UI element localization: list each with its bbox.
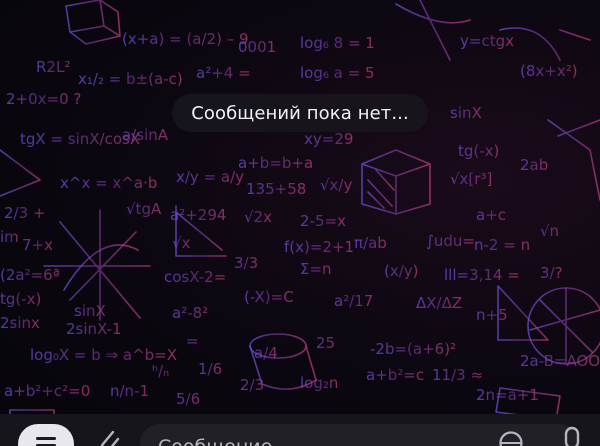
svg-text:cosX-2=: cosX-2= [164,268,226,286]
svg-text:√x/y: √x/y [320,176,352,194]
svg-text:x^x = x^a·b: x^x = x^a·b [60,174,157,192]
svg-text:135+58: 135+58 [246,180,306,198]
svg-text:2a-B=AOO: 2a-B=AOO [520,352,600,370]
svg-text:(8x+x²): (8x+x²) [520,62,578,80]
svg-text:=: = [186,332,199,350]
svg-text:0001: 0001 [238,38,276,56]
svg-text:-2b=(a+6)²: -2b=(a+6)² [370,340,456,358]
svg-text:n/n-1: n/n-1 [110,382,149,400]
svg-text:lll=3,14 =: lll=3,14 = [444,266,520,284]
svg-text:a+b²+c²=0: a+b²+c²=0 [4,382,90,400]
message-composer [0,414,600,446]
svg-text:2ab: 2ab [520,156,548,174]
svg-text:7+x: 7+x [22,236,53,254]
svg-text:x₁/₂ = b±(a-c): x₁/₂ = b±(a-c) [78,70,183,88]
svg-text:a+b=b+a: a+b=b+a [238,154,313,172]
svg-text:√tgA: √tgA [126,200,162,218]
svg-text:11/3 ≈: 11/3 ≈ [432,366,483,384]
svg-text:π/ab: π/ab [354,234,387,252]
svg-text:2+0x=0 ?: 2+0x=0 ? [6,90,81,108]
svg-text:n+5: n+5 [476,306,508,324]
svg-text:(-X)=C: (-X)=C [244,288,294,306]
svg-text:5/6: 5/6 [176,390,200,408]
svg-text:3/?: 3/? [540,264,563,282]
empty-chat-text: Сообщений пока нет... [191,102,409,124]
svg-text:f(x)=2+1: f(x)=2+1 [284,238,354,256]
svg-text:a/sinA: a/sinA [122,126,169,144]
svg-text:log₂n: log₂n [300,374,338,392]
svg-text:ΔX/ΔZ: ΔX/ΔZ [416,294,462,312]
svg-text:im: im [0,228,19,246]
svg-text:2sinx: 2sinx [0,314,40,332]
math-doodle-wallpaper: R2L² x₁/₂ = b±(a-c) (x+a) = (a/2) – 9 a²… [0,0,600,431]
message-input-field[interactable] [140,424,580,446]
svg-text:ʰ/ₙ: ʰ/ₙ [152,362,169,380]
svg-text:x/y = a/y: x/y = a/y [176,168,244,186]
menu-icon [36,437,56,440]
svg-text:sinX: sinX [74,302,106,320]
svg-text:y=ctgx: y=ctgx [460,32,514,50]
svg-text:2-5=x: 2-5=x [300,212,346,230]
svg-text:a²-8²: a²-8² [172,304,208,322]
svg-text:log₆ 8 = 1: log₆ 8 = 1 [300,34,375,52]
svg-text:√2x: √2x [244,208,272,226]
emoji-icon[interactable] [498,430,524,446]
svg-text:√x: √x [172,234,191,252]
svg-text:a²/17: a²/17 [334,292,373,310]
svg-text:√x[r³]: √x[r³] [450,170,492,188]
svg-text:(x+a) = (a/2) – 9: (x+a) = (a/2) – 9 [122,30,249,48]
svg-text:2sinX-1: 2sinX-1 [66,320,122,338]
bot-menu-button[interactable] [18,424,74,446]
svg-text:(2a²=6ª: (2a²=6ª [0,266,60,284]
svg-text:xy=29: xy=29 [304,130,353,148]
svg-text:tg(-x): tg(-x) [0,290,41,308]
svg-text:3/3: 3/3 [234,254,258,272]
svg-text:1/6: 1/6 [198,360,222,378]
svg-text:tg(-x): tg(-x) [458,142,499,160]
svg-text:25: 25 [316,334,335,352]
svg-text:R2L²: R2L² [36,58,70,76]
svg-text:n-2 = n: n-2 = n [474,236,530,254]
svg-text:a+c: a+c [476,206,506,224]
svg-text:a²+4 =: a²+4 = [196,64,251,82]
message-input[interactable] [156,432,490,446]
microphone-icon[interactable] [560,426,584,446]
svg-text:a/4: a/4 [254,344,278,362]
svg-text:Σ=n: Σ=n [300,260,332,278]
svg-text:log₆ a = 5: log₆ a = 5 [300,64,375,82]
svg-text:2/3 +: 2/3 + [4,204,45,222]
svg-text:√n: √n [540,222,559,240]
svg-text:a+b²=c: a+b²=c [366,366,424,384]
svg-text:sinX: sinX [450,104,482,122]
empty-chat-notice: Сообщений пока нет... [172,94,428,132]
paperclip-icon[interactable] [94,426,124,446]
svg-text:(x/y): (x/y) [384,262,419,280]
svg-text:∫udu=: ∫udu= [426,232,475,250]
